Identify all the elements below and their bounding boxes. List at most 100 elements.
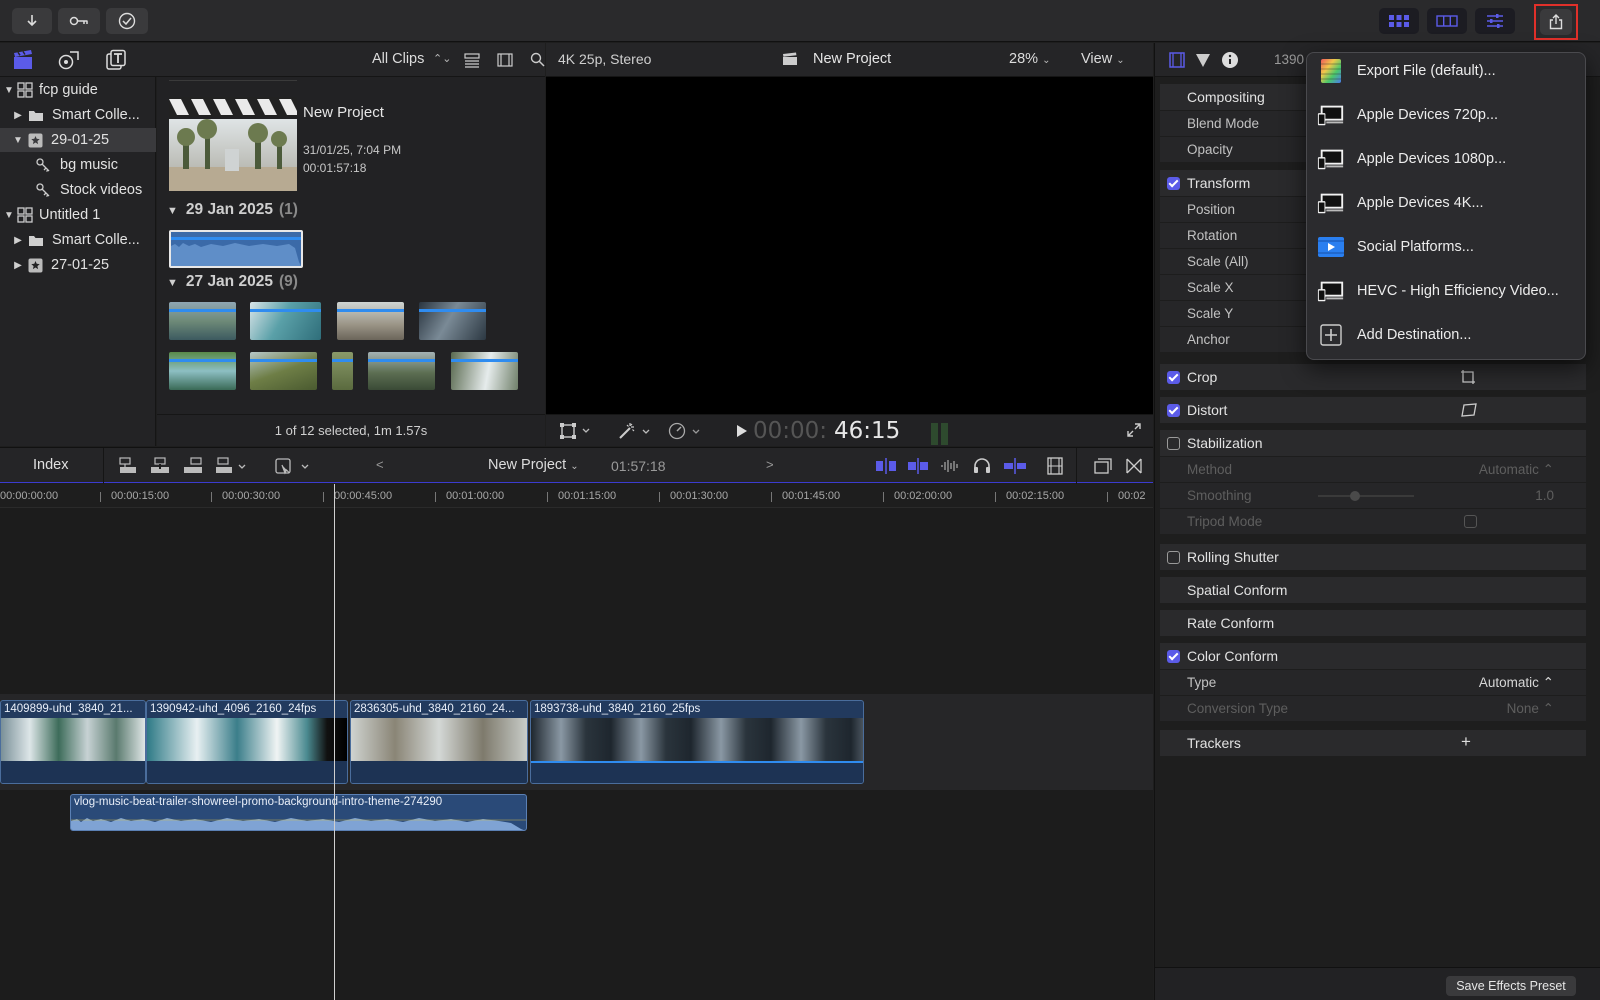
type-popup[interactable]: Automatic ⌃ xyxy=(1414,675,1554,691)
menu-item-apple-devices-4k[interactable]: Apple Devices 4K... xyxy=(1317,187,1577,219)
clip-thumbnail[interactable] xyxy=(332,352,353,390)
chevron-left-icon[interactable]: < xyxy=(376,457,384,472)
sidebar-item-27-01-25[interactable]: ▶ 27-01-25 xyxy=(0,253,156,277)
enhance-wand-icon[interactable] xyxy=(618,422,652,440)
sidebar-item-smart-collections[interactable]: ▶ Smart Colle... xyxy=(0,103,156,127)
timeline-clip[interactable]: 2836305-uhd_3840_2160_24... xyxy=(350,700,528,784)
section-stabilization[interactable]: Stabilization xyxy=(1160,430,1586,456)
clip-thumbnail[interactable] xyxy=(250,352,317,390)
import-button[interactable] xyxy=(12,8,52,34)
disclosure-closed-icon[interactable]: ▶ xyxy=(12,260,24,271)
section-trackers[interactable]: Trackers + xyxy=(1160,730,1586,756)
background-tasks-button[interactable] xyxy=(106,8,148,34)
sidebar-item-fcp-guide[interactable]: ▼ fcp guide xyxy=(0,78,156,102)
menu-item-apple-devices-1080p[interactable]: Apple Devices 1080p... xyxy=(1317,143,1577,175)
clip-thumbnail[interactable] xyxy=(451,352,518,390)
headphones-icon[interactable] xyxy=(973,457,991,474)
video-viewer[interactable] xyxy=(546,77,1153,414)
disclosure-closed-icon[interactable]: ▶ xyxy=(12,110,24,121)
project-title[interactable]: New Project xyxy=(303,104,384,121)
skimming-icon[interactable] xyxy=(876,458,896,474)
disclosure-closed-icon[interactable]: ▶ xyxy=(12,235,24,246)
disclosure-open-icon[interactable]: ▼ xyxy=(3,210,15,221)
waveform-icon[interactable] xyxy=(940,458,960,474)
timecode-display[interactable]: 46:15 xyxy=(834,418,900,444)
menu-item-export-file[interactable]: Export File (default)... xyxy=(1317,55,1577,87)
audio-meter-mini[interactable] xyxy=(929,423,951,445)
transform-icon[interactable] xyxy=(560,423,592,439)
section-color-conform[interactable]: Color Conform xyxy=(1160,643,1586,669)
overwrite-clip-icon[interactable] xyxy=(215,457,249,475)
menu-item-hevc[interactable]: HEVC - High Efficiency Video... xyxy=(1317,275,1577,307)
section-crop[interactable]: Crop xyxy=(1160,364,1586,390)
titles-generators-icon[interactable] xyxy=(105,49,127,71)
view-menu[interactable]: View ⌄ xyxy=(1081,51,1125,67)
section-rolling-shutter[interactable]: Rolling Shutter xyxy=(1160,544,1586,570)
snapping-icon[interactable] xyxy=(1004,458,1026,474)
timeline-toggle-button[interactable] xyxy=(1427,8,1467,34)
sidebar-item-bg-music[interactable]: bg music xyxy=(0,153,156,177)
timeline-clip[interactable]: 1390942-uhd_4096_2160_24fps xyxy=(146,700,348,784)
chevron-right-icon[interactable]: > xyxy=(766,457,774,472)
section-distort[interactable]: Distort xyxy=(1160,397,1586,423)
zoom-menu[interactable]: 28% ⌄ xyxy=(1009,51,1050,67)
browser-toggle-button[interactable] xyxy=(1379,8,1419,34)
speed-gauge-icon[interactable] xyxy=(668,422,702,440)
video-inspector-icon[interactable] xyxy=(1169,52,1185,68)
transitions-browser-icon[interactable] xyxy=(1126,458,1142,474)
crop-tool-icon[interactable] xyxy=(1460,369,1476,385)
clip-thumbnail[interactable] xyxy=(169,302,236,340)
transform-checkbox[interactable] xyxy=(1167,176,1180,190)
clip-thumbnail[interactable] xyxy=(419,302,486,340)
list-view-icon[interactable] xyxy=(464,52,480,68)
keywords-button[interactable] xyxy=(58,8,100,34)
color-inspector-icon[interactable] xyxy=(1195,52,1211,68)
disclosure-open-icon[interactable]: ▼ xyxy=(12,135,24,146)
clip-thumbnail[interactable] xyxy=(169,352,236,390)
inspector-toggle-button[interactable] xyxy=(1475,8,1515,34)
disclosure-open-icon[interactable]: ▼ xyxy=(3,85,15,96)
clip-thumbnail[interactable] xyxy=(337,302,404,340)
section-spatial-conform[interactable]: Spatial Conform xyxy=(1160,577,1586,603)
menu-item-apple-devices-720p[interactable]: Apple Devices 720p... xyxy=(1317,99,1577,131)
timeline-ruler[interactable]: 00:00:00:00 00:00:15:00 00:00:30:00 00:0… xyxy=(0,484,1153,508)
section-rate-conform[interactable]: Rate Conform xyxy=(1160,610,1586,636)
menu-item-social-platforms[interactable]: Social Platforms... xyxy=(1317,231,1577,263)
add-tracker-button[interactable]: + xyxy=(1461,732,1471,752)
timeline-clip[interactable]: 1893738-uhd_3840_2160_25fps xyxy=(530,700,864,784)
date-group-29-jan[interactable]: ▼ 29 Jan 2025 (1) xyxy=(167,201,298,219)
photos-audio-icon[interactable] xyxy=(58,49,80,71)
filmstrip-view-icon[interactable] xyxy=(497,52,513,68)
stabilization-checkbox[interactable] xyxy=(1167,436,1180,450)
project-thumbnail[interactable] xyxy=(169,97,297,191)
fullscreen-icon[interactable] xyxy=(1127,423,1141,437)
sidebar-item-29-01-25[interactable]: ▼ 29-01-25 xyxy=(0,128,156,152)
audio-skimming-icon[interactable] xyxy=(908,458,928,474)
select-tool-icon[interactable] xyxy=(274,457,314,475)
date-group-27-jan[interactable]: ▼ 27 Jan 2025 (9) xyxy=(167,273,298,291)
crop-checkbox[interactable] xyxy=(1167,370,1180,384)
search-icon[interactable] xyxy=(530,52,545,67)
playhead[interactable] xyxy=(334,484,335,1000)
timeline-clip[interactable]: 1409899-uhd_3840_21... xyxy=(0,700,146,784)
index-button[interactable]: Index xyxy=(33,457,68,473)
param-type[interactable]: Type Automatic ⌃ xyxy=(1160,669,1586,695)
save-effects-preset-button[interactable]: Save Effects Preset xyxy=(1446,976,1576,996)
distort-checkbox[interactable] xyxy=(1167,403,1180,417)
sidebar-item-smart-collections-2[interactable]: ▶ Smart Colle... xyxy=(0,228,156,252)
audio-clip-thumbnail[interactable] xyxy=(169,230,303,268)
clapper-libraries-icon[interactable] xyxy=(12,49,34,71)
audio-clip[interactable]: vlog-music-beat-trailer-showreel-promo-b… xyxy=(70,794,527,831)
color-conform-checkbox[interactable] xyxy=(1167,649,1180,663)
rolling-shutter-checkbox[interactable] xyxy=(1167,550,1180,564)
sidebar-item-untitled-1[interactable]: ▼ Untitled 1 xyxy=(0,203,156,227)
distort-tool-icon[interactable] xyxy=(1460,402,1478,418)
timeline-project-menu[interactable]: New Project ⌄ xyxy=(488,457,579,473)
append-clip-icon[interactable] xyxy=(183,457,203,475)
effects-browser-icon[interactable] xyxy=(1094,458,1112,474)
info-icon[interactable] xyxy=(1221,51,1239,69)
share-button[interactable] xyxy=(1540,9,1572,35)
clip-thumbnail[interactable] xyxy=(250,302,321,340)
menu-item-add-destination[interactable]: Add Destination... xyxy=(1317,319,1577,351)
insert-clip-icon[interactable] xyxy=(150,457,170,475)
